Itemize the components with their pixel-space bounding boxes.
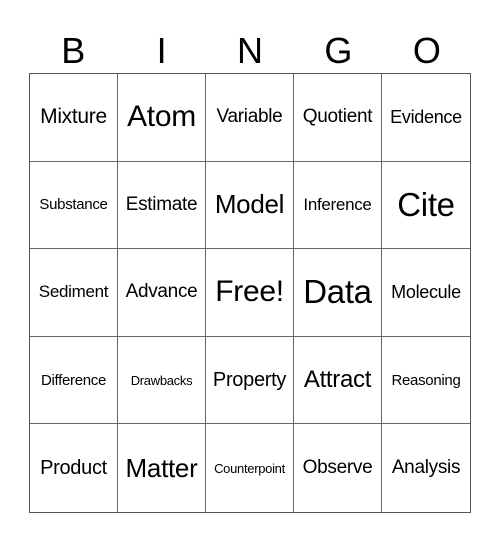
- header-letter-g: G: [324, 30, 353, 71]
- header-letter-i: I: [156, 30, 167, 71]
- bingo-cell: Counterpoint: [206, 424, 294, 512]
- bingo-cell: Advance: [118, 249, 206, 337]
- bingo-grid: Mixture Atom Variable Quotient Evidence …: [29, 73, 471, 513]
- bingo-cell: Substance: [30, 161, 118, 250]
- bingo-cell: Matter: [118, 424, 206, 512]
- header-letter-n: N: [237, 30, 264, 71]
- header-letter-o: O: [412, 30, 441, 71]
- bingo-cell: Reasoning: [382, 337, 470, 425]
- bingo-cell: Molecule: [382, 249, 470, 337]
- bingo-cell: Sediment: [30, 249, 118, 337]
- bingo-cell: Drawbacks: [118, 336, 206, 425]
- bingo-cell: Difference: [30, 336, 118, 425]
- bingo-cell: Product: [30, 424, 118, 512]
- bingo-cell: Observe: [294, 424, 382, 512]
- bingo-cell: Analysis: [391, 457, 461, 479]
- header-letter-b: B: [61, 30, 86, 71]
- bingo-cell: Evidence: [382, 74, 470, 162]
- free-space-cell: Free!: [206, 249, 294, 337]
- bingo-cell: Mixture: [30, 74, 118, 162]
- bingo-header: B I N G O: [29, 30, 471, 72]
- bingo-cell: Quotient: [294, 74, 382, 162]
- bingo-cell: Property: [206, 336, 294, 425]
- bingo-cell: Variable: [206, 74, 294, 162]
- bingo-cell: Estimate: [118, 161, 206, 250]
- bingo-cell: Atom: [118, 74, 206, 162]
- bingo-cell: Cite: [382, 162, 470, 250]
- bingo-cell: Attract: [294, 336, 382, 425]
- bingo-cell: Data: [294, 249, 382, 337]
- bingo-cell: Inference: [294, 161, 382, 250]
- bingo-cell: Model: [206, 161, 294, 250]
